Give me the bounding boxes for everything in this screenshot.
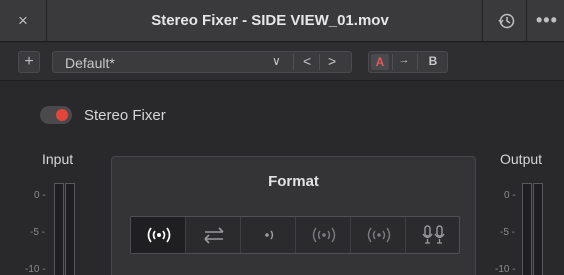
- format-selector: [130, 216, 460, 254]
- left-right-dim-icon: [312, 227, 336, 243]
- input-meter-right: [65, 183, 75, 275]
- history-icon[interactable]: [497, 11, 517, 31]
- output-meter-left: [522, 183, 532, 275]
- format-title: Format: [268, 173, 319, 190]
- chevron-down-icon[interactable]: ∨: [272, 54, 281, 68]
- copy-a-to-b-button[interactable]: →: [394, 54, 414, 66]
- divider: [482, 0, 483, 42]
- add-preset-button[interactable]: +: [18, 51, 40, 73]
- divider: [46, 0, 47, 42]
- format-option-mono[interactable]: [351, 217, 406, 253]
- divider: [319, 54, 320, 70]
- input-meter-title: Input: [42, 151, 74, 167]
- stereo-fixer-toggle[interactable]: [40, 106, 72, 124]
- format-option-stereo[interactable]: [131, 217, 186, 253]
- more-icon[interactable]: •••: [536, 10, 558, 31]
- output-tick: -5 -: [500, 227, 515, 238]
- preset-selector[interactable]: Default* ∨ < >: [52, 51, 352, 73]
- mono-sum-icon: [367, 227, 391, 243]
- toggle-knob: [56, 109, 68, 121]
- format-option-right[interactable]: [241, 217, 296, 253]
- title-bar: × Stereo Fixer - SIDE VIEW_01.mov •••: [0, 0, 564, 42]
- window-title: Stereo Fixer - SIDE VIEW_01.mov: [151, 12, 389, 29]
- divider: [293, 54, 294, 70]
- output-meter-right: [533, 183, 543, 275]
- stereo-fixer-label: Stereo Fixer: [84, 107, 166, 124]
- compare-a-button[interactable]: A: [371, 54, 389, 70]
- compare-b-button[interactable]: B: [424, 54, 442, 68]
- previous-preset-button[interactable]: <: [303, 53, 311, 69]
- preset-name: Default*: [65, 55, 115, 71]
- input-tick: -5 -: [30, 227, 45, 238]
- format-option-swap[interactable]: [186, 217, 241, 253]
- right-only-icon: [265, 230, 274, 240]
- output-tick: 0 -: [504, 190, 516, 201]
- output-meter-title: Output: [500, 151, 543, 167]
- ab-compare: A → B: [368, 51, 448, 73]
- input-meter-left: [54, 183, 64, 275]
- stereo-icon: [147, 227, 171, 243]
- preset-toolbar: + Default* ∨ < > A → B: [0, 43, 564, 81]
- divider: [417, 54, 418, 70]
- format-option-wide[interactable]: [296, 217, 351, 253]
- next-preset-button[interactable]: >: [328, 53, 336, 69]
- swap-channels-icon: [204, 227, 224, 244]
- format-option-dual-mic[interactable]: [406, 217, 461, 253]
- output-tick: -10 -: [495, 264, 516, 275]
- input-tick: 0 -: [34, 190, 46, 201]
- divider: [392, 54, 393, 70]
- divider: [526, 0, 527, 42]
- input-tick: -10 -: [25, 264, 46, 275]
- dual-mic-icon: [422, 225, 445, 244]
- close-icon[interactable]: ×: [12, 10, 34, 32]
- format-panel: Format: [111, 156, 476, 275]
